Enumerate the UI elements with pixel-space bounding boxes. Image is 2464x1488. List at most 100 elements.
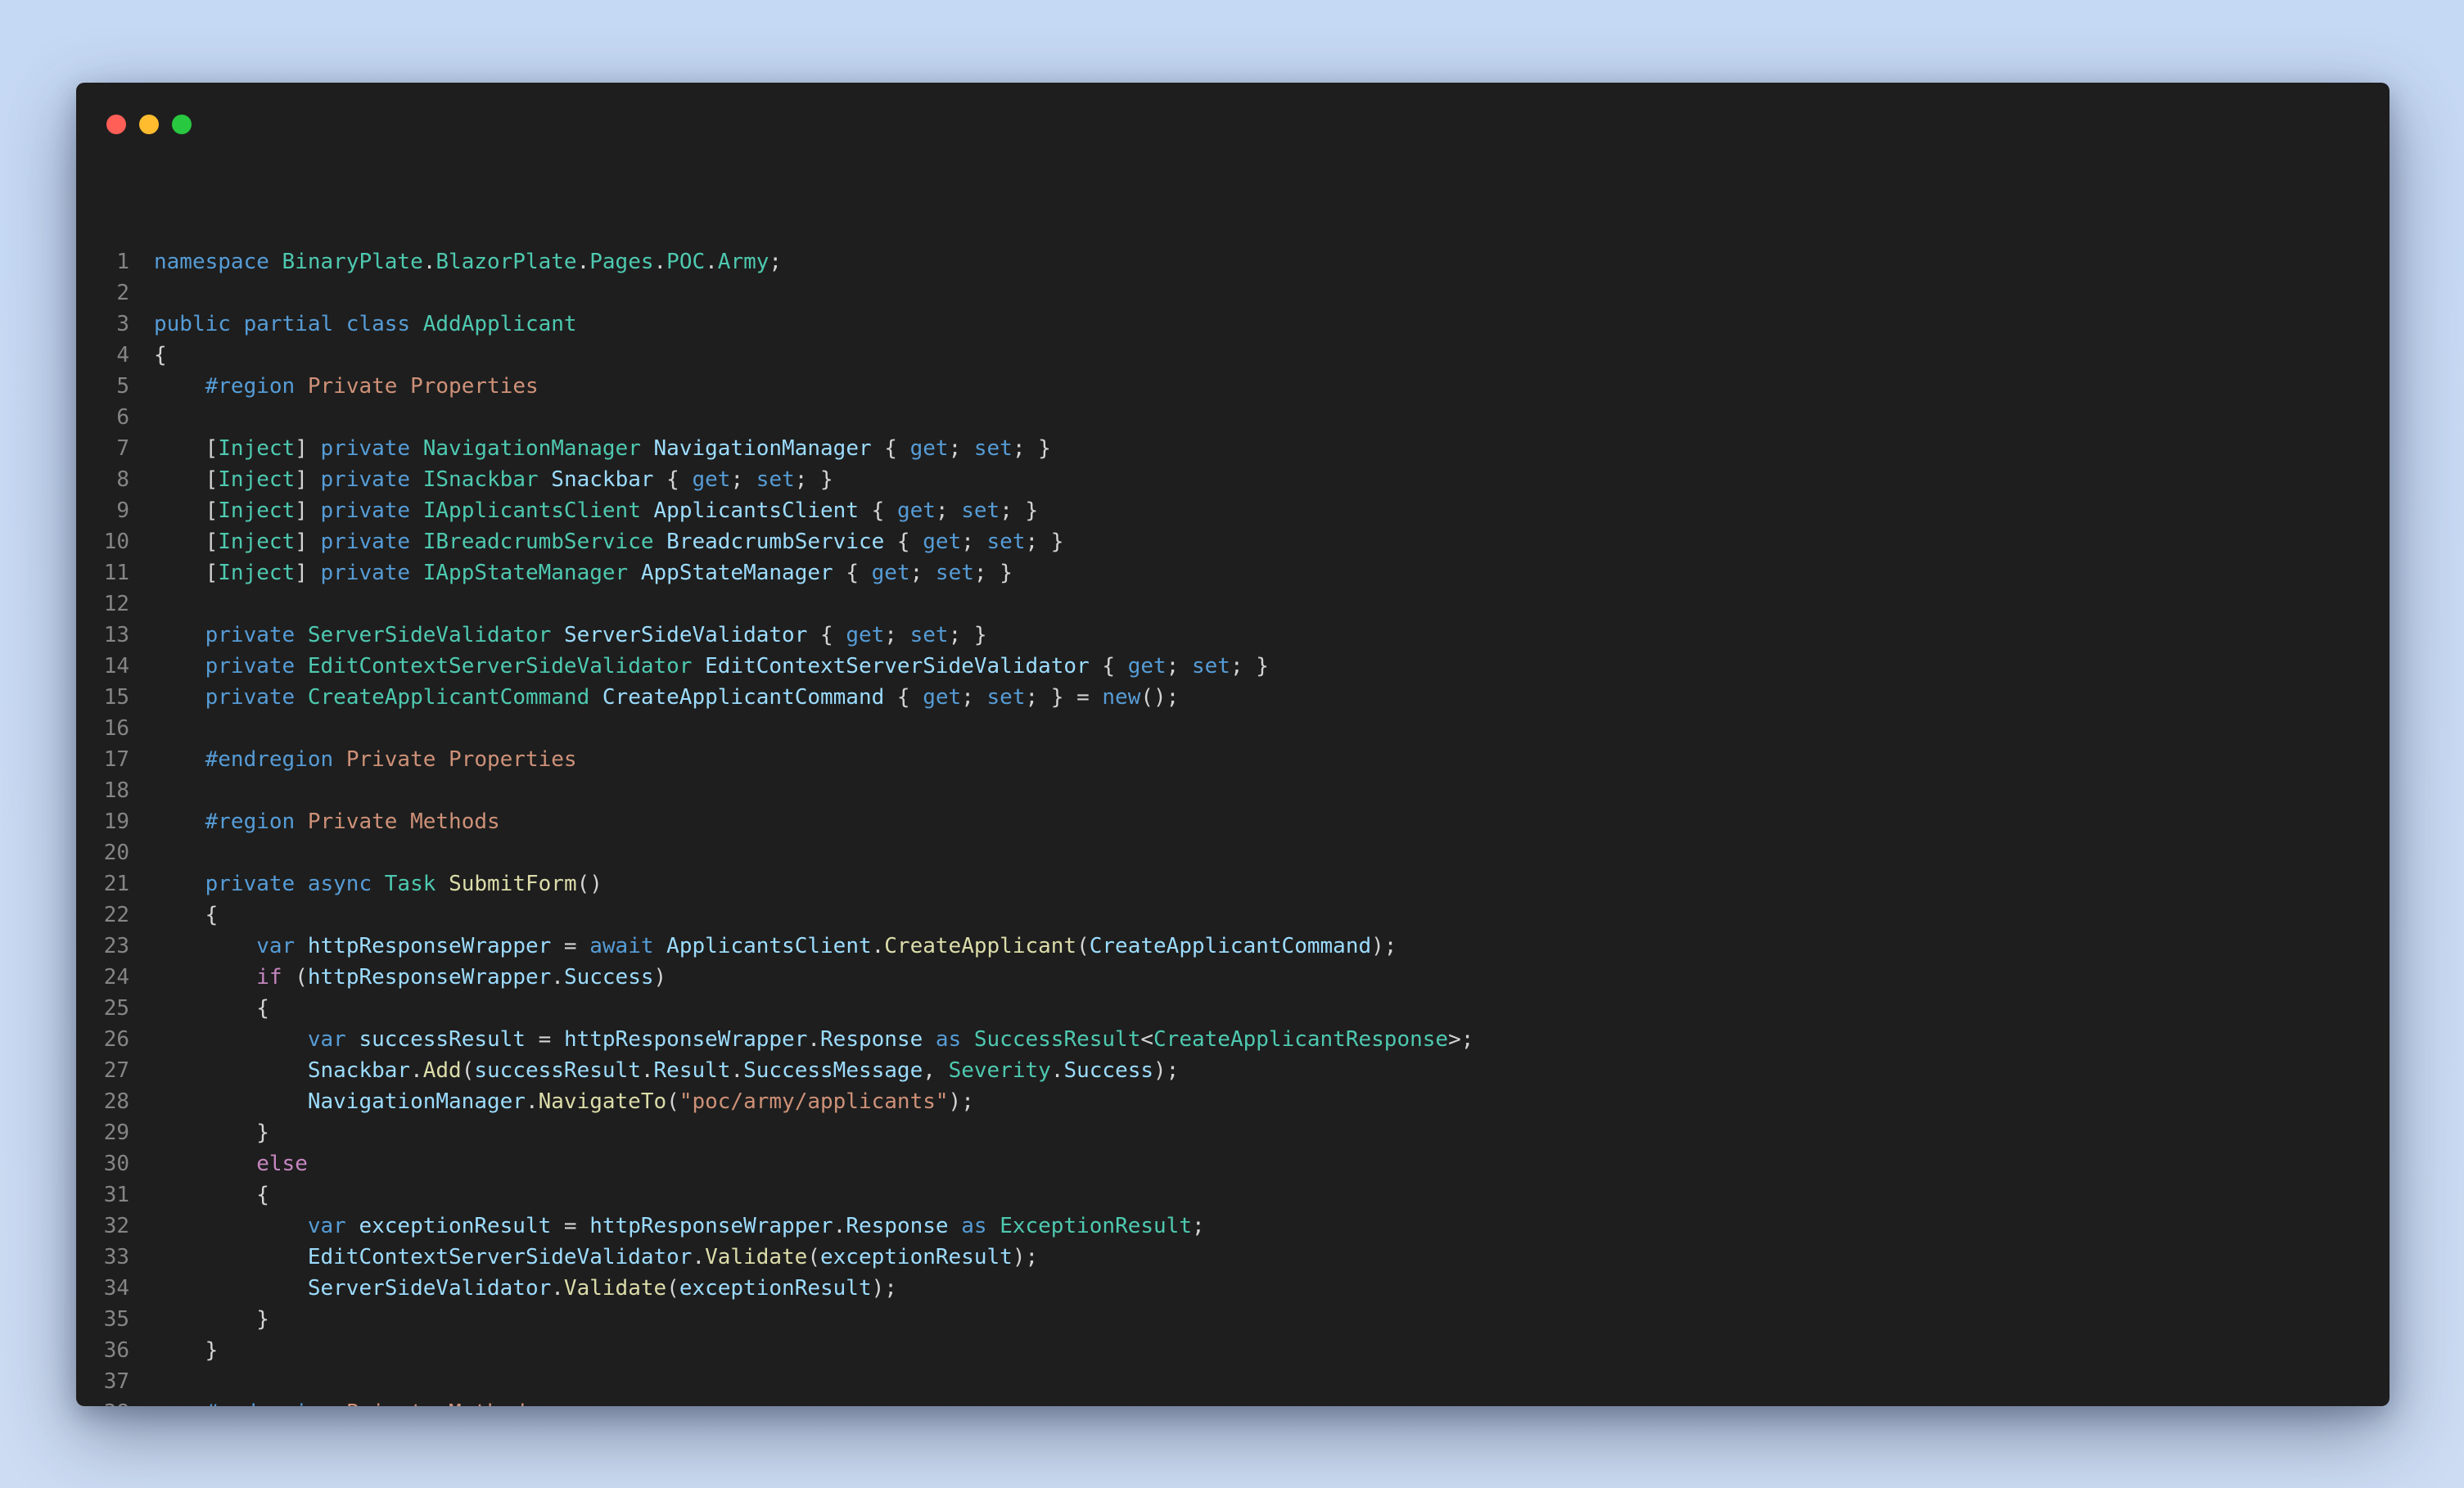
code-line: 18 [76, 775, 2390, 806]
code-token: private [205, 623, 308, 647]
line-number: 13 [103, 623, 129, 647]
code-line: 6 [76, 402, 2390, 433]
code-token: { [154, 1183, 269, 1207]
code-token: ); [948, 1089, 974, 1114]
code-token: ; [1192, 1214, 1205, 1238]
line-number: 18 [103, 778, 129, 803]
code-token: { [833, 561, 872, 585]
code-token: ) [653, 965, 667, 990]
code-token: ; [948, 436, 974, 461]
code-token: { [871, 436, 910, 461]
line-number: 28 [103, 1089, 129, 1114]
close-button[interactable] [106, 115, 126, 134]
code-token: { [807, 623, 846, 647]
line-number: 5 [116, 374, 129, 399]
window-titlebar [76, 83, 2390, 165]
code-token: NavigateTo [538, 1089, 667, 1114]
code-token: Pages [589, 250, 654, 274]
code-token: . [833, 1214, 846, 1238]
code-token: #region [205, 809, 308, 834]
code-token: set [986, 530, 1026, 554]
code-token: } [154, 1121, 269, 1145]
line-number: 25 [103, 996, 129, 1021]
code-token: exceptionResult [679, 1276, 872, 1301]
line-number: 14 [103, 654, 129, 679]
line-number: 20 [103, 841, 129, 865]
code-token: ; } [1012, 436, 1051, 461]
code-line: 37 [76, 1366, 2390, 1397]
line-number: 37 [103, 1369, 129, 1394]
code-line: 26 var successResult = httpResponseWrapp… [76, 1024, 2390, 1055]
code-token: SubmitForm [449, 872, 577, 896]
line-number: 1 [116, 250, 129, 274]
code-token: ); [1012, 1245, 1039, 1269]
code-text: namespace BinaryPlate.BlazorPlate.Pages.… [154, 246, 782, 277]
line-number: 4 [116, 343, 129, 367]
code-token: ( [1076, 934, 1090, 958]
code-line: 11 [Inject] private IAppStateManager App… [76, 557, 2390, 588]
line-number: 12 [103, 592, 129, 616]
code-token: AddApplicant [422, 312, 577, 336]
code-text: var successResult = httpResponseWrapper.… [154, 1024, 1474, 1055]
code-text: private async Task SubmitForm() [154, 868, 602, 900]
code-token: ServerSideValidator [307, 623, 564, 647]
code-token: CreateApplicantResponse [1153, 1027, 1449, 1052]
code-text: private CreateApplicantCommand CreateApp… [154, 682, 1180, 713]
code-token: private async [205, 872, 385, 896]
code-editor[interactable]: 1 namespace BinaryPlate.BlazorPlate.Pages… [76, 246, 2390, 1406]
code-token: ] [295, 561, 321, 585]
code-line: 25 { [76, 993, 2390, 1024]
code-token: #endregion [205, 1400, 346, 1406]
code-token: = [525, 1027, 564, 1052]
line-number: 7 [116, 436, 129, 461]
code-line: 30 else [76, 1148, 2390, 1179]
code-token: ; [909, 561, 936, 585]
code-token: as [961, 1214, 1000, 1238]
code-text: NavigationManager.NavigateTo("poc/army/a… [154, 1086, 974, 1117]
code-token: Inject [218, 530, 296, 554]
code-line: 35 } [76, 1304, 2390, 1335]
code-token: private [320, 498, 423, 523]
code-token: . [551, 965, 564, 990]
line-number: 16 [103, 716, 129, 741]
code-token: Success [563, 965, 654, 990]
code-text: [Inject] private NavigationManager Navig… [154, 433, 1051, 464]
maximize-button[interactable] [172, 115, 192, 134]
code-token: Inject [218, 561, 296, 585]
code-token: POC [666, 250, 706, 274]
code-text: private EditContextServerSideValidator E… [154, 651, 1269, 682]
code-token: . [525, 1089, 539, 1114]
code-token: #region [205, 374, 308, 399]
code-token: private [320, 436, 423, 461]
code-token: get [692, 467, 731, 492]
line-number: 3 [116, 312, 129, 336]
code-token: [ [154, 467, 219, 492]
code-token: ; [961, 530, 987, 554]
code-text: var exceptionResult = httpResponseWrappe… [154, 1211, 1205, 1242]
code-token: set [961, 498, 1000, 523]
code-line: 22 { [76, 900, 2390, 931]
code-token: Task [384, 872, 449, 896]
code-token: get [1127, 654, 1167, 679]
code-line: 32 var exceptionResult = httpResponseWra… [76, 1211, 2390, 1242]
code-token: BreadcrumbService [666, 530, 885, 554]
code-line: 16 [76, 713, 2390, 744]
code-line: 1 namespace BinaryPlate.BlazorPlate.Pages… [76, 246, 2390, 277]
code-token: . [422, 250, 436, 274]
minimize-button[interactable] [139, 115, 159, 134]
code-token: ; [1166, 654, 1192, 679]
code-text: if (httpResponseWrapper.Success) [154, 962, 666, 993]
code-token: { [653, 467, 693, 492]
code-token: get [896, 498, 936, 523]
code-text: EditContextServerSideValidator.Validate(… [154, 1242, 1038, 1273]
line-number: 30 [103, 1152, 129, 1176]
code-token: ; [884, 623, 910, 647]
code-token: exceptionResult [359, 1214, 552, 1238]
